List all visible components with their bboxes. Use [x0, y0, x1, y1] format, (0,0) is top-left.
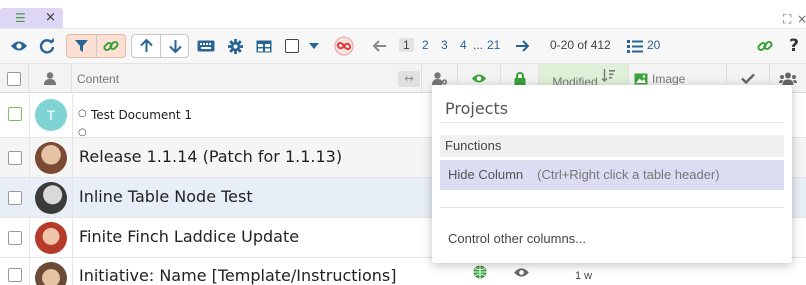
row-title[interactable]: Initiative: Name [Template/Instructions] — [79, 266, 396, 285]
infinity-icon[interactable] — [333, 29, 355, 63]
lock-icon — [514, 71, 525, 86]
bullet-icon: ○ — [78, 108, 87, 119]
arrow-right-icon[interactable] — [513, 29, 531, 63]
row-checkbox[interactable] — [8, 268, 22, 282]
avatar — [35, 262, 67, 285]
image-icon — [634, 73, 648, 84]
per-page-count[interactable]: 20 — [647, 38, 660, 52]
content-header-label: Content — [77, 71, 120, 86]
hide-column-hint: (Ctrl+Right click a table header) — [537, 167, 720, 182]
divider — [96, 34, 97, 58]
tab-list-view[interactable]: ☰ × — [0, 8, 63, 28]
hide-column-label: Hide Column — [448, 167, 524, 182]
page-3[interactable]: 3 — [441, 38, 448, 52]
table-icon[interactable] — [253, 29, 275, 63]
avatar: T — [35, 99, 67, 131]
divider — [440, 207, 784, 208]
users-icon — [779, 72, 797, 85]
user-column-header[interactable] — [29, 64, 72, 93]
arrow-left-icon[interactable] — [371, 29, 389, 63]
modified-value: 1 w — [575, 270, 593, 282]
arrow-up-icon[interactable] — [134, 29, 158, 63]
eye-icon — [471, 74, 487, 83]
link-icon[interactable] — [99, 29, 123, 63]
avatar-initial: T — [46, 107, 56, 123]
column-context-menu: Projects Functions Hide Column (Ctrl+Righ… — [432, 85, 792, 263]
divider — [160, 34, 161, 58]
row-checkbox[interactable] — [8, 151, 22, 165]
keyboard-icon[interactable] — [195, 29, 217, 63]
menu-section-heading: Functions — [440, 135, 784, 157]
row-title[interactable]: Test Document 1 — [91, 108, 192, 122]
row-title[interactable]: Finite Finch Laddice Update — [79, 227, 299, 246]
resize-icon[interactable]: ↔ — [398, 71, 420, 87]
help-icon[interactable]: ? — [785, 29, 803, 63]
user-gear-icon — [431, 72, 447, 85]
arrow-down-icon[interactable] — [163, 29, 187, 63]
result-range: 0-20 of 412 — [550, 38, 611, 52]
page-2[interactable]: 2 — [422, 38, 429, 52]
menu-title: Projects — [445, 99, 509, 118]
refresh-icon[interactable] — [36, 29, 58, 63]
sort-icon — [601, 69, 615, 82]
row-checkbox[interactable] — [8, 107, 22, 121]
tab-bar: ☰ × ⛶ × — [0, 0, 806, 28]
page-4[interactable]: 4 — [460, 38, 467, 52]
page-1[interactable]: 1 — [399, 38, 414, 52]
gear-icon[interactable] — [224, 29, 246, 63]
page-21[interactable]: 21 — [487, 38, 500, 52]
avatar — [35, 222, 67, 254]
control-other-columns-menu-item[interactable]: Control other columns... — [448, 231, 586, 246]
toolbar: 1 2 3 4 ... 21 0-20 of 412 20 ? — [0, 28, 806, 64]
image-header-label: Image — [652, 71, 686, 86]
divider — [440, 122, 784, 123]
row-title[interactable]: Inline Table Node Test — [79, 187, 253, 206]
avatar — [35, 182, 67, 214]
eye-icon — [514, 268, 529, 277]
link-icon[interactable] — [754, 29, 776, 63]
page-ellipsis: ... — [473, 38, 484, 52]
header-select-checkbox[interactable] — [0, 64, 29, 93]
close-icon[interactable]: × — [45, 10, 56, 25]
bullet-icon: ○ — [78, 127, 87, 138]
list-icon: ☰ — [15, 11, 26, 25]
row-title[interactable]: Release 1.1.14 (Patch for 1.1.13) — [79, 147, 342, 166]
hide-column-menu-item[interactable]: Hide Column (Ctrl+Right click a table hea… — [440, 160, 784, 190]
eye-icon[interactable] — [8, 29, 30, 63]
row-checkbox[interactable] — [8, 191, 22, 205]
globe-icon — [473, 265, 487, 279]
filter-icon[interactable] — [69, 29, 93, 63]
caret-down-icon[interactable] — [305, 29, 323, 63]
select-all-checkbox[interactable] — [283, 29, 301, 63]
close-window-icon[interactable]: × — [797, 12, 806, 26]
check-icon — [741, 73, 755, 84]
user-icon — [44, 72, 56, 85]
fullscreen-icon[interactable]: ⛶ — [783, 12, 791, 27]
list-icon[interactable] — [626, 29, 644, 63]
avatar — [35, 142, 67, 174]
row-checkbox[interactable] — [8, 231, 22, 245]
content-column-header[interactable]: Content ↔ — [72, 64, 422, 93]
